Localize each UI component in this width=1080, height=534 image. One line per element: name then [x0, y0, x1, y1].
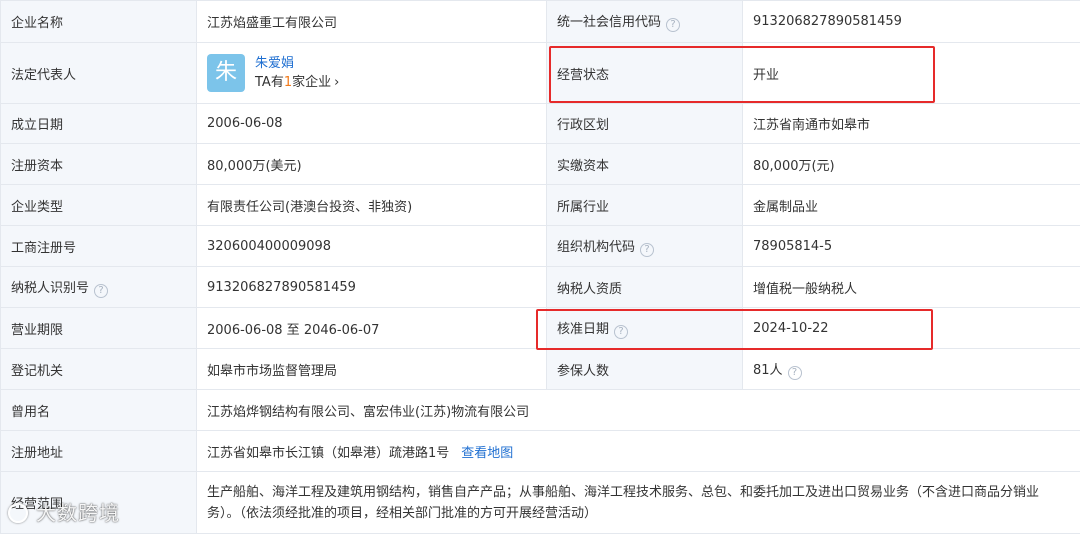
company-name-value: 江苏焰盛重工有限公司	[196, 0, 547, 43]
scope-value: 生产船舶、海洋工程及建筑用钢结构，销售自产产品；从事船舶、海洋工程技术服务、总包…	[196, 471, 1080, 534]
industry-value: 金属制品业	[742, 184, 1080, 226]
industry-label: 所属行业	[546, 184, 743, 226]
approval-date-label: 核准日期	[557, 321, 610, 337]
business-term-value: 2006-06-08 至 2046-06-07	[196, 307, 547, 349]
established-value: 2006-06-08	[196, 103, 547, 144]
credit-code-label: 统一社会信用代码	[557, 15, 662, 30]
legal-rep-info: 朱爱娟 TA有1家企业 ›	[255, 54, 339, 92]
company-name-label: 企业名称	[0, 0, 197, 43]
chevron-right-icon: ›	[334, 75, 340, 90]
business-term-label: 营业期限	[0, 307, 197, 349]
help-icon[interactable]: ?	[640, 242, 655, 257]
taxpayer-qual-value: 增值税一般纳税人	[742, 266, 1080, 308]
former-names-value: 江苏焰烨钢结构有限公司、富宏伟业(江苏)物流有限公司	[196, 389, 1080, 431]
table-row: 注册资本 80,000万(美元) 实缴资本 80,000万(元)	[0, 143, 1080, 185]
table-row: 成立日期 2006-06-08 行政区划 江苏省南通市如皋市	[0, 103, 1080, 144]
taxpayer-qual-label: 纳税人资质	[546, 266, 743, 308]
address-label: 注册地址	[0, 430, 197, 472]
table-row: 企业类型 有限责任公司(港澳台投资、非独资) 所属行业 金属制品业	[0, 184, 1080, 226]
view-map-link[interactable]: 查看地图	[461, 446, 513, 461]
taxpayer-id-value: 913206827890581459	[196, 266, 547, 308]
approval-date-value: 2024-10-22	[742, 307, 1080, 349]
related-companies-link[interactable]: TA有1家企业 ›	[255, 73, 339, 92]
status-label: 经营状态	[546, 42, 743, 104]
insured-value-cell: 81人?	[742, 348, 1080, 390]
reg-number-label: 工商注册号	[0, 225, 197, 267]
authority-value: 如皋市市场监督管理局	[196, 348, 547, 390]
reg-capital-value: 80,000万(美元)	[196, 143, 547, 185]
help-icon[interactable]: ?	[666, 18, 681, 32]
table-row: 工商注册号 320600400009098 组织机构代码? 78905814-5	[0, 225, 1080, 267]
watermark: 大数跨境	[8, 497, 120, 526]
address-value: 江苏省如皋市长江镇（如皋港）疏港路1号	[207, 445, 450, 461]
related-prefix: TA有	[255, 75, 284, 90]
help-icon[interactable]: ?	[94, 283, 109, 298]
established-label: 成立日期	[0, 103, 197, 144]
table-row: 营业期限 2006-06-08 至 2046-06-07 核准日期? 2024-…	[0, 307, 1080, 349]
insured-label: 参保人数	[546, 348, 743, 390]
insured-value: 81人	[753, 362, 783, 378]
avatar[interactable]: 朱	[207, 54, 245, 92]
credit-code-value: 913206827890581459	[742, 0, 1080, 43]
table-row: 企业名称 江苏焰盛重工有限公司 统一社会信用代码? 91320682789058…	[0, 0, 1080, 43]
taxpayer-id-label-cell: 纳税人识别号?	[0, 266, 197, 308]
reg-capital-label: 注册资本	[0, 143, 197, 185]
table-row: 曾用名 江苏焰烨钢结构有限公司、富宏伟业(江苏)物流有限公司	[0, 389, 1080, 431]
reg-number-value: 320600400009098	[196, 225, 547, 267]
table-row: 纳税人识别号? 913206827890581459 纳税人资质 增值税一般纳税…	[0, 266, 1080, 308]
table-row: 法定代表人 朱朱爱娟 TA有1家企业 › 经营状态 开业	[0, 42, 1080, 104]
credit-code-label-cell: 统一社会信用代码?	[546, 0, 743, 43]
table-row: 经营范围 生产船舶、海洋工程及建筑用钢结构，销售自产产品；从事船舶、海洋工程技术…	[0, 471, 1080, 534]
org-code-label: 组织机构代码	[557, 239, 636, 255]
help-icon[interactable]: ?	[614, 324, 629, 339]
region-value: 江苏省南通市如皋市	[742, 103, 1080, 144]
related-suffix: 家企业	[292, 75, 332, 90]
paid-capital-label: 实缴资本	[546, 143, 743, 185]
company-type-label: 企业类型	[0, 184, 197, 226]
table-row: 注册地址 江苏省如皋市长江镇（如皋港）疏港路1号 查看地图	[0, 430, 1080, 472]
paid-capital-value: 80,000万(元)	[742, 143, 1080, 185]
status-value: 开业	[742, 42, 1080, 104]
legal-rep-cell: 朱朱爱娟 TA有1家企业 ›	[196, 42, 547, 104]
approval-date-label-cell: 核准日期?	[546, 307, 743, 349]
related-count: 1	[283, 75, 293, 90]
region-label: 行政区划	[546, 103, 743, 144]
legal-rep-name-link[interactable]: 朱爱娟	[255, 54, 339, 73]
watermark-text: 大数跨境	[36, 501, 120, 525]
address-cell: 江苏省如皋市长江镇（如皋港）疏港路1号 查看地图	[196, 430, 1080, 472]
legal-rep-label: 法定代表人	[0, 42, 197, 104]
former-names-label: 曾用名	[0, 389, 197, 431]
authority-label: 登记机关	[0, 348, 197, 390]
table-row: 登记机关 如皋市市场监督管理局 参保人数 81人?	[0, 348, 1080, 390]
org-code-label-cell: 组织机构代码?	[546, 225, 743, 267]
org-code-value: 78905814-5	[742, 225, 1080, 267]
taxpayer-id-label: 纳税人识别号	[11, 280, 90, 296]
wechat-logo-icon	[8, 503, 28, 523]
company-info-table: 企业名称 江苏焰盛重工有限公司 统一社会信用代码? 91320682789058…	[0, 0, 1080, 534]
help-icon[interactable]: ?	[787, 365, 802, 380]
company-type-value: 有限责任公司(港澳台投资、非独资)	[196, 184, 547, 226]
